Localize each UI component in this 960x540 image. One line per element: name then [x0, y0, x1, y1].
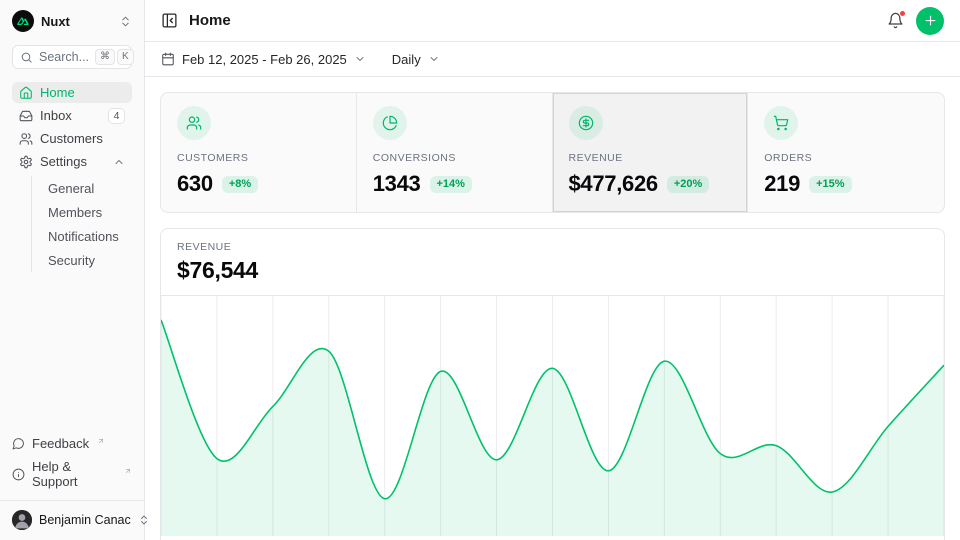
- sidebar-item-label: Home: [40, 85, 75, 100]
- stat-card-conversions[interactable]: CONVERSIONS 1343 +14%: [357, 93, 553, 212]
- sidebar-item-customers[interactable]: Customers: [12, 128, 132, 149]
- external-link-icon: [97, 437, 105, 445]
- feedback-label: Feedback: [32, 436, 89, 451]
- inbox-icon: [19, 109, 33, 123]
- avatar: [12, 510, 32, 530]
- users-icon: [19, 132, 33, 146]
- add-button[interactable]: [916, 7, 944, 35]
- sidebar-divider: [0, 500, 144, 501]
- chart-metric-value: $76,544: [177, 257, 928, 284]
- sidebar-item-general[interactable]: General: [32, 176, 132, 200]
- date-range-value: Feb 12, 2025 - Feb 26, 2025: [182, 52, 347, 67]
- sidebar-item-label: Customers: [40, 131, 103, 146]
- chart-metric-label: REVENUE: [177, 241, 928, 253]
- sidebar-item-label: Settings: [40, 154, 87, 169]
- sidebar-nav: Home Inbox 4 Customers Settings Ge: [12, 82, 132, 272]
- stat-label: ORDERS: [764, 152, 928, 164]
- workspace-selector[interactable]: Nuxt: [12, 10, 132, 32]
- sidebar-item-inbox[interactable]: Inbox 4: [12, 105, 132, 126]
- dollar-sign-icon: [569, 106, 603, 140]
- sidebar-item-label: Inbox: [40, 108, 72, 123]
- revenue-chart-svg: [161, 296, 944, 536]
- filters-toolbar: Feb 12, 2025 - Feb 26, 2025 Daily: [145, 42, 960, 77]
- x-axis-labels: 14 Feb16 Feb18 Feb20 Feb22 Feb24 Feb: [161, 536, 944, 540]
- notifications-button[interactable]: [887, 12, 904, 29]
- sidebar-item-home[interactable]: Home: [12, 82, 132, 103]
- search-icon: [20, 51, 33, 64]
- help-support-link[interactable]: Help & Support: [12, 457, 132, 491]
- granularity-select[interactable]: Daily: [392, 52, 440, 67]
- notification-dot: [899, 10, 906, 17]
- chevrons-up-down-icon: [138, 514, 150, 526]
- search-input[interactable]: Search... ⌘ K: [12, 45, 132, 69]
- sidebar-item-security[interactable]: Security: [32, 248, 132, 272]
- chevron-up-icon: [113, 156, 125, 168]
- home-icon: [19, 86, 33, 100]
- stat-delta-badge: +15%: [809, 176, 851, 193]
- external-link-icon: [124, 467, 132, 475]
- sidebar-item-members[interactable]: Members: [32, 200, 132, 224]
- stat-value: $477,626: [569, 171, 658, 197]
- settings-gear-icon: [19, 155, 33, 169]
- kbd-cmd: ⌘: [95, 49, 115, 65]
- sidebar-item-settings[interactable]: Settings: [12, 151, 132, 172]
- stat-card-customers[interactable]: CUSTOMERS 630 +8%: [161, 93, 357, 212]
- message-circle-icon: [12, 437, 25, 450]
- stat-label: CUSTOMERS: [177, 152, 340, 164]
- nuxt-logo-icon: [12, 10, 34, 32]
- help-support-label: Help & Support: [32, 459, 116, 489]
- chart-header: REVENUE $76,544: [161, 229, 944, 296]
- chevron-down-icon: [428, 53, 440, 65]
- stat-delta-badge: +8%: [222, 176, 258, 193]
- stat-value: 219: [764, 171, 800, 197]
- sidebar-item-notifications[interactable]: Notifications: [32, 224, 132, 248]
- search-placeholder: Search...: [39, 50, 89, 64]
- stat-value: 1343: [373, 171, 421, 197]
- chevrons-up-down-icon: [119, 15, 132, 28]
- info-circle-icon: [12, 468, 25, 481]
- user-menu[interactable]: Benjamin Canac: [12, 510, 132, 530]
- calendar-icon: [161, 52, 175, 66]
- page-header: Home: [145, 0, 960, 42]
- inbox-count-badge: 4: [108, 108, 125, 124]
- stats-grid: CUSTOMERS 630 +8% CONVERSIONS 1343 +14%: [160, 92, 945, 213]
- users-icon: [177, 106, 211, 140]
- revenue-chart-plot[interactable]: [161, 296, 944, 536]
- stat-label: REVENUE: [569, 152, 732, 164]
- user-name: Benjamin Canac: [39, 513, 131, 527]
- chart-pie-icon: [373, 106, 407, 140]
- shopping-cart-icon: [764, 106, 798, 140]
- workspace-name: Nuxt: [41, 14, 70, 29]
- kbd-k: K: [117, 49, 134, 65]
- stat-card-orders[interactable]: ORDERS 219 +15%: [748, 93, 944, 212]
- stat-value: 630: [177, 171, 213, 197]
- collapse-sidebar-button[interactable]: [161, 12, 178, 29]
- chevron-down-icon: [354, 53, 366, 65]
- stat-label: CONVERSIONS: [373, 152, 536, 164]
- granularity-value: Daily: [392, 52, 421, 67]
- feedback-link[interactable]: Feedback: [12, 434, 132, 453]
- stat-card-revenue[interactable]: REVENUE $477,626 +20%: [553, 93, 749, 212]
- revenue-chart-card: REVENUE $76,544 14 Feb16 Feb18 Feb20 Feb…: [160, 228, 945, 540]
- date-range-picker[interactable]: Feb 12, 2025 - Feb 26, 2025: [161, 52, 366, 67]
- dashboard-content: CUSTOMERS 630 +8% CONVERSIONS 1343 +14%: [145, 77, 960, 540]
- stat-delta-badge: +14%: [430, 176, 472, 193]
- page-title: Home: [189, 12, 231, 29]
- stat-delta-badge: +20%: [667, 176, 709, 193]
- sidebar: Nuxt Search... ⌘ K Home Inbox 4: [0, 0, 145, 540]
- sidebar-footer-links: Feedback Help & Support: [12, 434, 132, 491]
- main-panel: Home Feb 12, 2025 - Feb 26, 2025 Daily: [145, 0, 960, 540]
- settings-sub-list: General Members Notifications Security: [31, 176, 132, 272]
- search-shortcut: ⌘ K: [95, 49, 134, 65]
